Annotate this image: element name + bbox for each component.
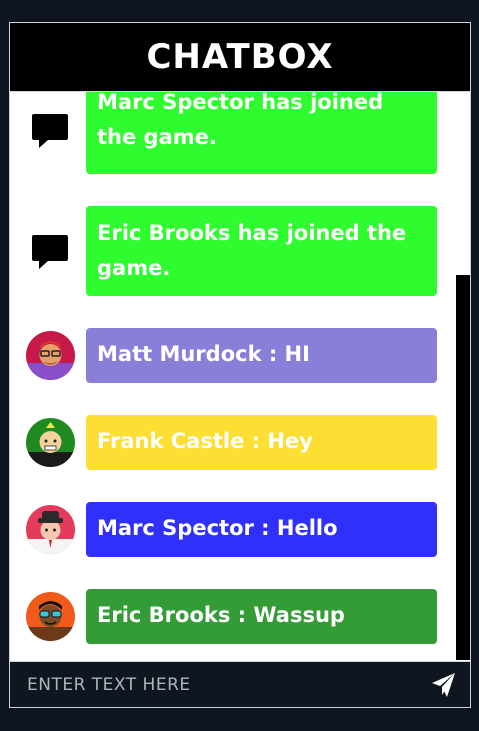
message-bubble: Marc Spector has joined the game. — [86, 92, 437, 174]
avatar — [26, 331, 75, 380]
avatar — [26, 592, 75, 641]
scrollbar[interactable] — [456, 275, 470, 660]
paper-plane-icon[interactable] — [431, 672, 457, 698]
chat-title: CHATBOX — [146, 37, 334, 77]
system-message: Eric Brooks has joined the game. — [10, 206, 470, 310]
chat-message: Matt Murdock : HI — [10, 328, 470, 383]
chatbox: CHATBOX Marc Spector has joined the game… — [9, 22, 471, 708]
speech-bubble-icon — [32, 114, 68, 148]
message-list[interactable]: Marc Spector has joined the game. Eric B… — [10, 92, 470, 660]
avatar — [26, 505, 75, 554]
chat-header: CHATBOX — [10, 23, 470, 92]
message-bubble: Eric Brooks has joined the game. — [86, 206, 437, 296]
message-bubble: Eric Brooks : Wassup — [86, 589, 437, 644]
chat-message: Eric Brooks : Wassup — [10, 589, 470, 644]
avatar — [26, 418, 75, 467]
message-input[interactable] — [25, 670, 409, 700]
message-bubble: Matt Murdock : HI — [86, 328, 437, 383]
chat-message: Frank Castle : Hey — [10, 415, 470, 470]
message-bubble: Marc Spector : Hello — [86, 502, 437, 557]
system-message: Marc Spector has joined the game. — [10, 92, 470, 196]
input-bar — [10, 661, 470, 707]
chat-message: Marc Spector : Hello — [10, 502, 470, 557]
message-bubble: Frank Castle : Hey — [86, 415, 437, 470]
speech-bubble-icon — [32, 235, 68, 269]
